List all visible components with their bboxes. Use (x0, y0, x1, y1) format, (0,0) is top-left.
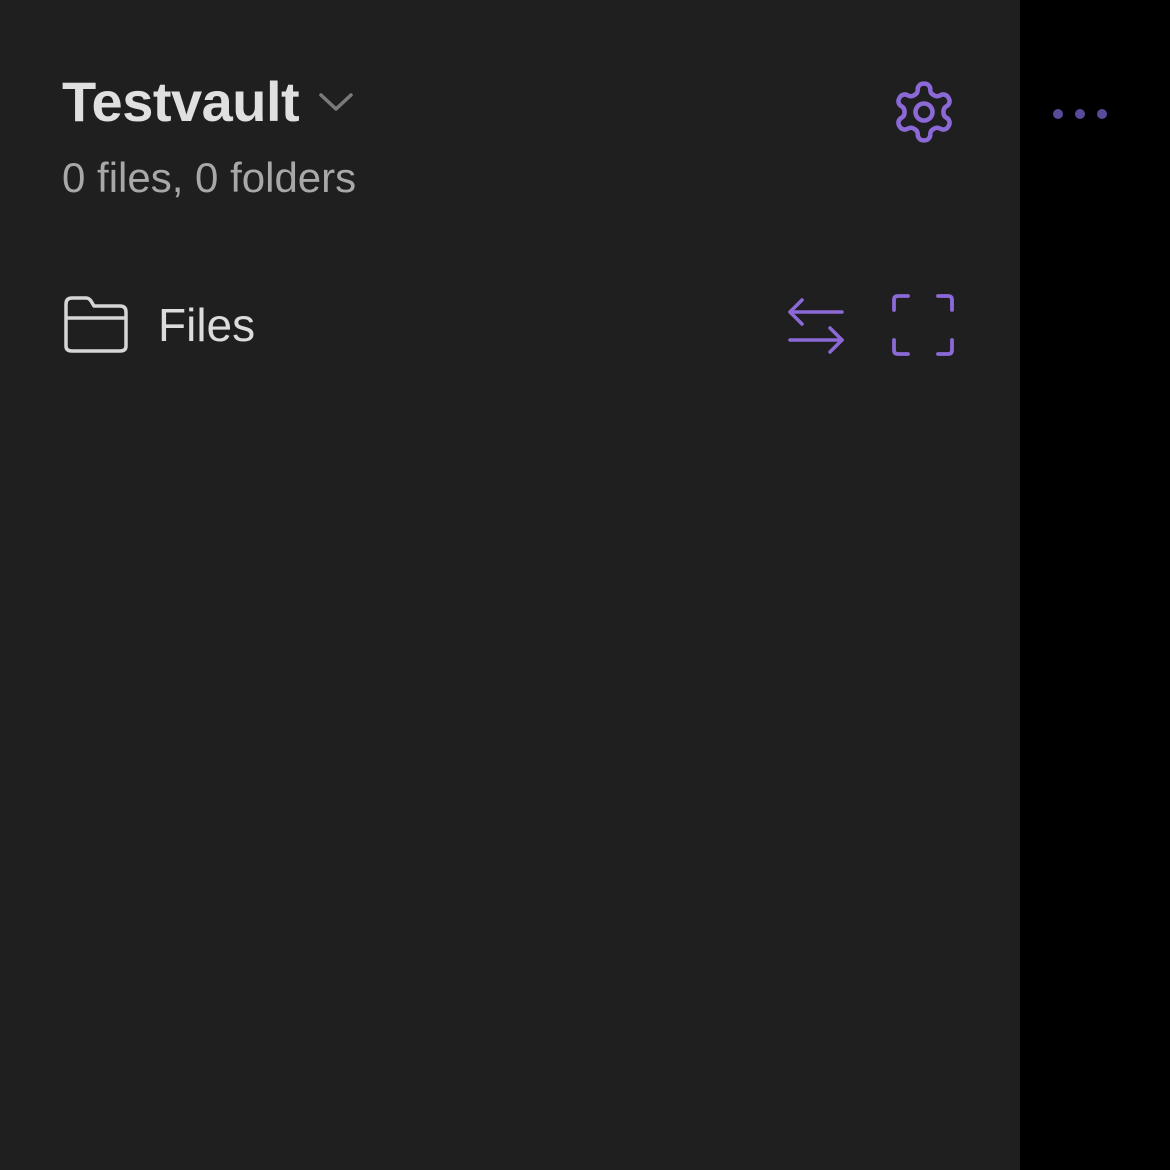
expand-frame-icon[interactable] (890, 292, 956, 358)
swap-arrows-icon[interactable] (786, 292, 846, 356)
chevron-down-icon (319, 93, 353, 111)
file-explorer-sidebar: Testvault 0 files, 0 folders Files (0, 0, 1020, 1170)
vault-switcher[interactable]: Testvault (62, 70, 355, 134)
vault-name: Testvault (62, 70, 300, 133)
more-horizontal-icon[interactable] (1048, 98, 1112, 130)
files-section-label: Files (158, 299, 256, 351)
gear-icon[interactable] (890, 78, 958, 146)
app-screen: Testvault 0 files, 0 folders Files (0, 0, 1170, 1170)
files-section-header: Files (62, 292, 962, 356)
vault-stats: 0 files, 0 folders (62, 154, 357, 201)
folder-icon (64, 296, 128, 353)
